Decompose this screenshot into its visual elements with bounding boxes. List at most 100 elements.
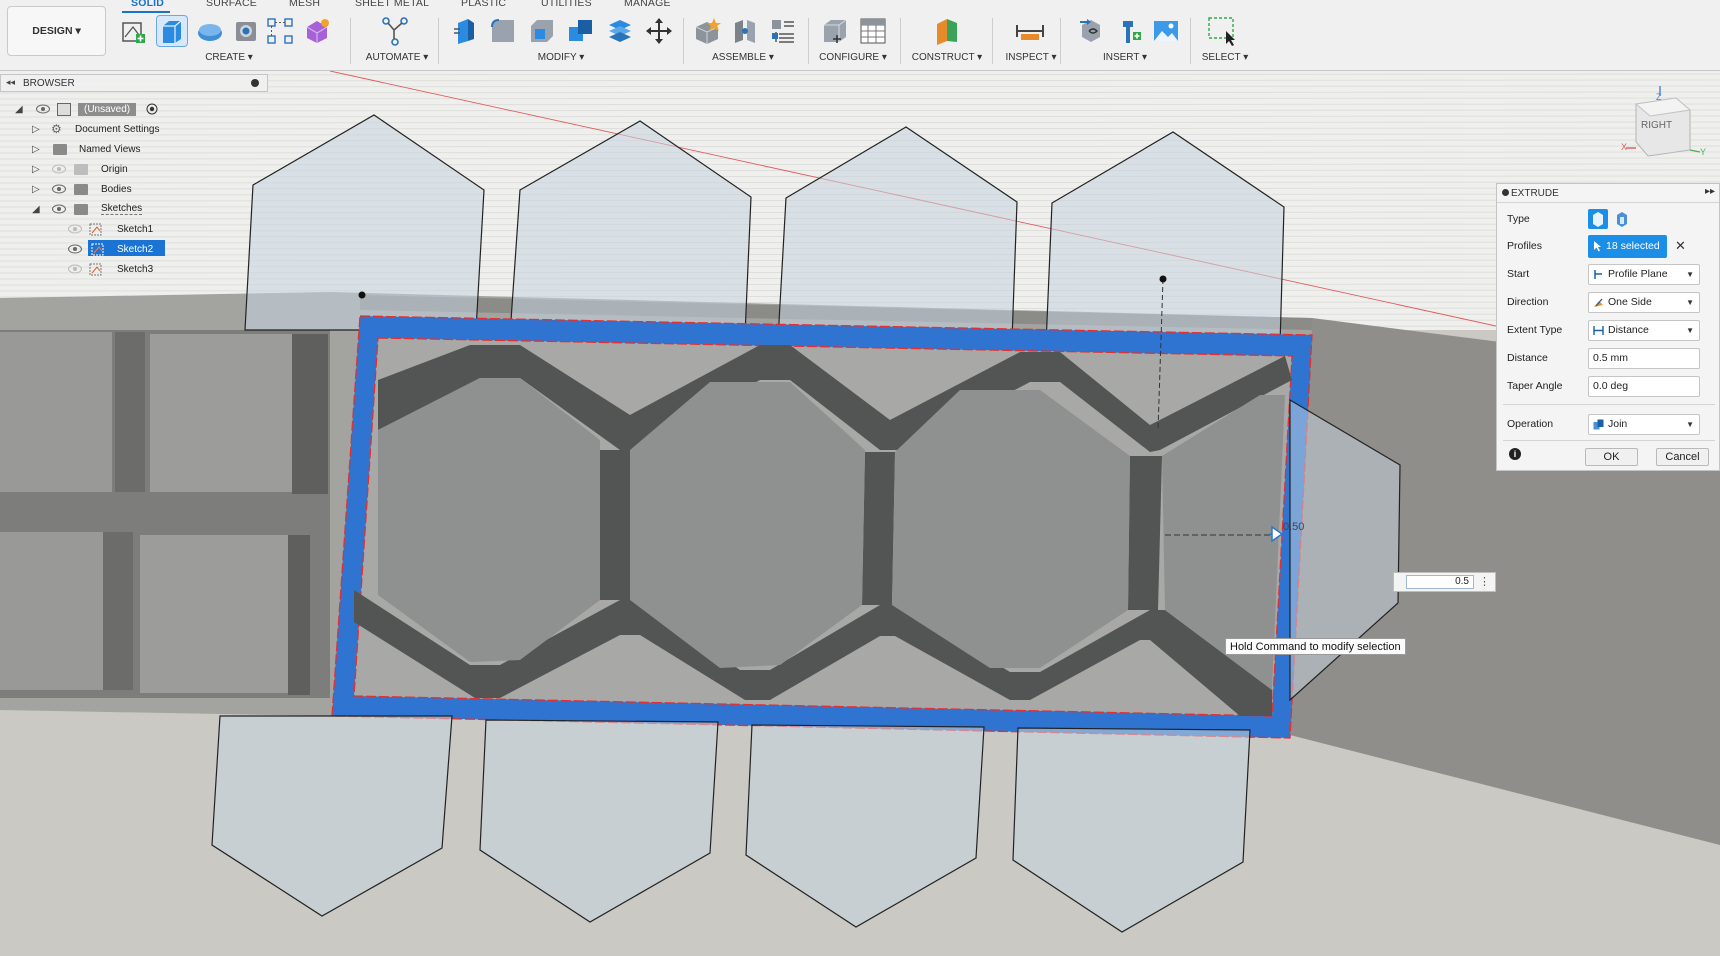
combine-icon[interactable]	[566, 16, 596, 46]
tab-surface[interactable]: SURFACE	[206, 0, 257, 9]
browser-item-named-views[interactable]: ▷ Named Views	[0, 139, 270, 159]
insert-derive-icon[interactable]	[1076, 16, 1106, 46]
create-sketch-icon[interactable]	[118, 16, 148, 46]
sketch-point[interactable]	[358, 291, 366, 299]
construct-menu[interactable]: CONSTRUCT ▾	[912, 52, 982, 63]
folder-icon	[53, 144, 67, 155]
automate-icon[interactable]	[380, 16, 410, 46]
browser-item-sketch3[interactable]: Sketch3	[0, 259, 270, 279]
create-menu[interactable]: CREATE ▾	[205, 52, 253, 63]
extent-type-dropdown[interactable]: Distance ▼	[1588, 319, 1700, 341]
distance-input[interactable]: 0.5 mm	[1588, 347, 1700, 369]
chevron-down-icon: ▼	[1686, 269, 1694, 279]
more-options-icon[interactable]: ⋮	[1479, 575, 1490, 588]
ok-button[interactable]: OK	[1585, 448, 1638, 466]
expand-dialog-icon[interactable]: ▸▸	[1705, 186, 1715, 197]
tab-manage[interactable]: MANAGE	[624, 0, 671, 9]
browser-item-sketch2[interactable]: Sketch2	[0, 239, 270, 259]
browser-item-label: Sketch3	[117, 263, 154, 275]
visibility-eye-icon[interactable]	[52, 184, 66, 194]
select-tool-icon[interactable]	[1207, 16, 1237, 46]
browser-item-sketches[interactable]: ◢ Sketches	[0, 199, 270, 219]
sketch-icon	[89, 263, 102, 276]
pin-icon[interactable]	[251, 79, 259, 87]
browser-item-label: Sketches	[101, 203, 143, 215]
inspect-menu[interactable]: INSPECT ▾	[1006, 52, 1057, 63]
operation-row: Operation Join ▼	[1507, 413, 1712, 435]
info-icon[interactable]: i	[1509, 448, 1521, 460]
document-icon	[57, 103, 71, 116]
toolbar-separator	[900, 18, 901, 64]
browser-item-root[interactable]: ◢ (Unsaved)	[0, 99, 270, 119]
tab-plastic[interactable]: PLASTIC	[461, 0, 506, 9]
select-menu[interactable]: SELECT ▾	[1202, 52, 1249, 63]
extrude-dialog: EXTRUDE ▸▸ Type Profiles 18 selected ✕ S…	[1496, 183, 1720, 471]
configuration-table-icon[interactable]	[858, 16, 888, 46]
browser-item-label: (Unsaved)	[78, 102, 137, 116]
visibility-eye-icon[interactable]	[68, 224, 82, 234]
type-thin-icon[interactable]	[1612, 209, 1632, 229]
browser-item-document-settings[interactable]: ▷ ⚙ Document Settings	[0, 119, 270, 139]
browser-item-sketch1[interactable]: Sketch1	[0, 219, 270, 239]
move-copy-icon[interactable]	[644, 16, 674, 46]
extrude-dialog-header[interactable]: EXTRUDE ▸▸	[1497, 184, 1719, 203]
automate-menu[interactable]: AUTOMATE ▾	[366, 52, 428, 63]
fillet-icon[interactable]	[488, 16, 518, 46]
insert-canvas-icon[interactable]	[1151, 16, 1181, 46]
expand-arrow-icon[interactable]: ▷	[32, 184, 40, 195]
offset-faces-icon[interactable]	[605, 16, 635, 46]
modify-menu[interactable]: MODIFY ▾	[538, 52, 585, 63]
shell-icon[interactable]	[527, 16, 557, 46]
tab-sheet-metal[interactable]: SHEET METAL	[355, 0, 429, 9]
measure-icon[interactable]	[1015, 16, 1045, 46]
press-pull-icon[interactable]	[450, 16, 480, 46]
sketch-point[interactable]	[1159, 275, 1167, 283]
browser-item-origin[interactable]: ▷ Origin	[0, 159, 270, 179]
expand-arrow-icon[interactable]: ▷	[32, 124, 40, 135]
joint-icon[interactable]	[730, 16, 760, 46]
cancel-button[interactable]: Cancel	[1656, 448, 1709, 466]
visibility-eye-icon[interactable]	[52, 204, 66, 214]
expand-arrow-icon[interactable]: ▷	[32, 164, 40, 175]
tab-solid[interactable]: SOLID	[131, 0, 164, 9]
assemble-menu[interactable]: ASSEMBLE ▾	[712, 52, 774, 63]
configure-icon[interactable]	[820, 16, 850, 46]
type-solid-icon[interactable]	[1588, 209, 1608, 229]
browser-item-bodies[interactable]: ▷ Bodies	[0, 179, 270, 199]
extent-type-label: Extent Type	[1507, 324, 1563, 336]
collapse-arrow-icon[interactable]: ◢	[32, 204, 40, 215]
direction-dropdown[interactable]: One Side ▼	[1588, 291, 1700, 313]
collapse-dialog-icon[interactable]	[1502, 189, 1509, 196]
browser-header[interactable]: ◂◂ BROWSER	[0, 74, 268, 92]
tab-utilities[interactable]: UTILITIES	[541, 0, 592, 9]
visibility-eye-icon[interactable]	[68, 264, 82, 274]
configure-menu[interactable]: CONFIGURE ▾	[819, 52, 887, 63]
clear-selection-icon[interactable]: ✕	[1675, 238, 1686, 254]
collapse-arrow-icon[interactable]: ◢	[15, 104, 23, 115]
bill-of-materials-icon[interactable]	[768, 16, 798, 46]
visibility-eye-icon[interactable]	[52, 164, 66, 174]
expand-arrow-icon[interactable]: ▷	[32, 144, 40, 155]
collapse-icon[interactable]: ◂◂	[6, 77, 15, 88]
insert-menu[interactable]: INSERT ▾	[1103, 52, 1147, 63]
visibility-eye-icon[interactable]	[68, 244, 82, 254]
visibility-eye-icon[interactable]	[36, 104, 50, 114]
hole-icon[interactable]	[231, 16, 261, 46]
activate-radio-icon[interactable]	[146, 103, 158, 115]
insert-mcmaster-icon[interactable]	[1113, 16, 1143, 46]
create-form-icon[interactable]	[302, 16, 332, 46]
cursor-icon	[1594, 241, 1601, 252]
taper-angle-input[interactable]: 0.0 deg	[1588, 375, 1700, 397]
revolve-icon[interactable]	[195, 16, 225, 46]
distance-value-input[interactable]: 0.5	[1406, 575, 1474, 589]
folder-icon	[74, 164, 88, 175]
tab-mesh[interactable]: MESH	[289, 0, 320, 9]
new-component-icon[interactable]	[692, 16, 722, 46]
start-dropdown[interactable]: Profile Plane ▼	[1588, 263, 1700, 285]
profiles-selection-button[interactable]: 18 selected	[1588, 234, 1667, 258]
offset-plane-icon[interactable]	[932, 16, 962, 46]
operation-dropdown[interactable]: Join ▼	[1588, 413, 1700, 435]
design-workspace-button[interactable]: DESIGN ▾	[7, 6, 106, 56]
pattern-icon[interactable]	[265, 16, 295, 46]
extrude-tool-icon[interactable]	[156, 15, 188, 47]
